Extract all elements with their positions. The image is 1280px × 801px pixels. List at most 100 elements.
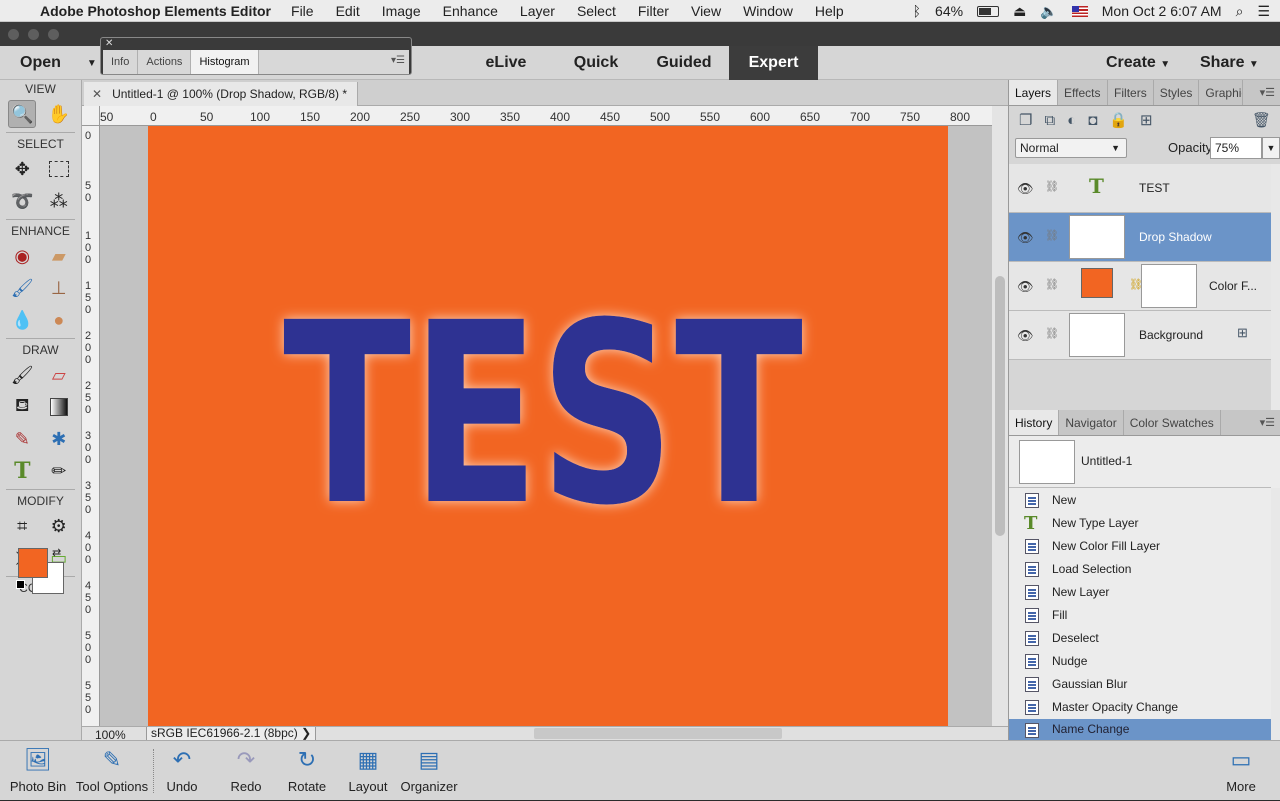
move-tool-icon[interactable]: ✥: [8, 155, 36, 183]
pencil-tool-icon[interactable]: ✏: [45, 457, 73, 485]
type-tool-icon[interactable]: T: [8, 457, 36, 485]
rotate-button[interactable]: ↻ Rotate: [282, 741, 332, 801]
zoom-window-button[interactable]: [48, 29, 59, 40]
lock-all-icon[interactable]: 🔒: [1109, 111, 1128, 129]
opacity-input[interactable]: 75%: [1210, 137, 1262, 159]
tab-expert[interactable]: Expert: [729, 46, 818, 80]
custom-shape-tool-icon[interactable]: ✱: [45, 425, 73, 453]
visibility-eye-icon[interactable]: 👁: [1017, 328, 1034, 344]
paint-bucket-tool-icon[interactable]: ⛾: [8, 393, 36, 421]
history-item-new-layer[interactable]: New Layer: [1009, 581, 1271, 604]
lock-transparent-icon[interactable]: ⊞: [1140, 111, 1153, 129]
panel-menu-icon[interactable]: ▾☰: [391, 55, 405, 66]
spotlight-search-icon[interactable]: ⌕: [1236, 3, 1244, 20]
visibility-eye-icon[interactable]: 👁: [1017, 181, 1034, 197]
menu-view[interactable]: View: [691, 3, 721, 19]
default-colors-icon[interactable]: [16, 580, 25, 589]
link-icon[interactable]: ⛓: [1045, 327, 1059, 340]
history-panel-menu-icon[interactable]: ▾☰: [1260, 416, 1275, 429]
new-group-icon[interactable]: ⧉: [1044, 112, 1055, 129]
blur-tool-icon[interactable]: 💧: [8, 306, 36, 334]
document-canvas[interactable]: TEST: [148, 126, 948, 726]
adjustment-layer-icon[interactable]: ◐: [1067, 112, 1076, 129]
history-item-master-opacity-change[interactable]: Master Opacity Change: [1009, 696, 1271, 719]
history-item-deselect[interactable]: Deselect: [1009, 627, 1271, 650]
sponge-tool-icon[interactable]: ●: [45, 306, 73, 334]
quick-selection-tool-icon[interactable]: ⁂: [45, 187, 73, 215]
history-item-nudge[interactable]: Nudge: [1009, 650, 1271, 673]
history-item-fill[interactable]: Fill: [1009, 604, 1271, 627]
menu-filter[interactable]: Filter: [638, 3, 669, 19]
eyedropper-tool-icon[interactable]: ✎: [8, 425, 36, 453]
opacity-dropdown-icon[interactable]: ▼: [1262, 137, 1280, 159]
layers-scrollbar[interactable]: [1271, 164, 1280, 410]
menu-layer[interactable]: Layer: [520, 3, 555, 19]
gradient-tool-icon[interactable]: [45, 393, 73, 421]
pasteboard[interactable]: TEST: [100, 126, 992, 726]
tab-styles[interactable]: Styles: [1154, 80, 1200, 105]
eraser-tool-icon[interactable]: ▱: [45, 361, 73, 389]
lasso-tool-icon[interactable]: ➰: [8, 187, 36, 215]
recompose-tool-icon[interactable]: ⚙: [45, 512, 73, 540]
minimize-window-button[interactable]: [28, 29, 39, 40]
history-item-new[interactable]: New: [1009, 489, 1271, 512]
foreground-color-swatch[interactable]: [18, 548, 48, 578]
blend-mode-select[interactable]: Normal ▼: [1015, 138, 1127, 158]
bluetooth-icon[interactable]: ᛒ: [913, 3, 921, 19]
eject-icon[interactable]: ⏏: [1013, 3, 1026, 20]
scroll-thumb[interactable]: [995, 276, 1005, 536]
tab-quick[interactable]: Quick: [558, 46, 634, 80]
color-profile[interactable]: sRGB IEC61966-2.1 (8bpc) ❯: [146, 727, 317, 740]
menu-edit[interactable]: Edit: [336, 3, 360, 19]
tab-info[interactable]: Info: [103, 50, 139, 74]
photo-bin-button[interactable]: 🖼 Photo Bin: [4, 741, 72, 801]
tab-guided[interactable]: Guided: [644, 46, 724, 80]
link-icon[interactable]: ⛓: [1045, 278, 1059, 291]
undo-button[interactable]: ↶ Undo: [160, 741, 204, 801]
menu-image[interactable]: Image: [382, 3, 421, 19]
document-tab[interactable]: ✕ Untitled-1 @ 100% (Drop Shadow, RGB/8) …: [84, 82, 359, 106]
tab-color-swatches[interactable]: Color Swatches: [1124, 410, 1221, 435]
layer-row-drop-shadow[interactable]: 👁 ⛓ Drop Shadow: [1009, 213, 1271, 262]
visibility-eye-icon[interactable]: 👁: [1017, 230, 1034, 246]
delete-layer-icon[interactable]: 🗑: [1252, 111, 1271, 129]
history-snapshot[interactable]: Untitled-1: [1009, 436, 1271, 488]
tab-elive[interactable]: eLive: [470, 46, 542, 80]
horizontal-ruler[interactable]: 50 0 50 100 150 200 250 300 350 400 450 500 550 600 65…: [100, 106, 992, 126]
history-item-gaussian-blur[interactable]: Gaussian Blur: [1009, 673, 1271, 696]
tab-actions[interactable]: Actions: [138, 50, 192, 74]
hand-tool-icon[interactable]: ✋: [45, 100, 73, 128]
layout-button[interactable]: ▦ Layout: [342, 741, 394, 801]
layer-row-test[interactable]: 👁 ⛓ T TEST: [1009, 164, 1271, 213]
app-name-menu[interactable]: Adobe Photoshop Elements Editor: [40, 3, 271, 19]
history-item-new-color-fill-layer[interactable]: New Color Fill Layer: [1009, 535, 1271, 558]
clone-stamp-tool-icon[interactable]: ⊥: [45, 274, 73, 302]
open-dropdown-icon[interactable]: ▼: [87, 58, 97, 69]
swap-colors-icon[interactable]: ⇄: [52, 546, 61, 559]
history-item-new-type-layer[interactable]: T New Type Layer: [1009, 512, 1271, 535]
brush-tool-icon[interactable]: 🖌: [8, 361, 36, 389]
menu-file[interactable]: File: [291, 3, 314, 19]
new-layer-icon[interactable]: ❐: [1019, 111, 1032, 129]
close-panel-icon[interactable]: ✕: [105, 38, 113, 49]
clock[interactable]: Mon Oct 2 6:07 AM: [1102, 3, 1222, 19]
tool-options-button[interactable]: ✎ Tool Options: [74, 741, 150, 801]
menu-enhance[interactable]: Enhance: [443, 3, 498, 19]
open-button[interactable]: Open ▼: [0, 46, 97, 80]
tab-navigator[interactable]: Navigator: [1059, 410, 1124, 435]
close-window-button[interactable]: [8, 29, 19, 40]
horizontal-scrollbar[interactable]: [534, 728, 782, 739]
tab-layers[interactable]: Layers: [1009, 80, 1059, 105]
input-source-flag-icon[interactable]: [1071, 5, 1088, 17]
tab-filters[interactable]: Filters: [1108, 80, 1154, 105]
visibility-eye-icon[interactable]: 👁: [1017, 279, 1034, 295]
tab-graphics[interactable]: Graphics: [1199, 80, 1244, 105]
layers-panel-menu-icon[interactable]: ▾☰: [1260, 86, 1275, 99]
tab-effects[interactable]: Effects: [1058, 80, 1109, 105]
history-item-name-change[interactable]: Name Change: [1009, 719, 1271, 740]
notification-center-icon[interactable]: ☰: [1257, 3, 1270, 20]
vertical-scrollbar[interactable]: [992, 106, 1008, 726]
volume-icon[interactable]: 🔈: [1040, 3, 1057, 20]
history-item-load-selection[interactable]: Load Selection: [1009, 558, 1271, 581]
lock-icon[interactable]: ⊞: [1237, 325, 1248, 341]
